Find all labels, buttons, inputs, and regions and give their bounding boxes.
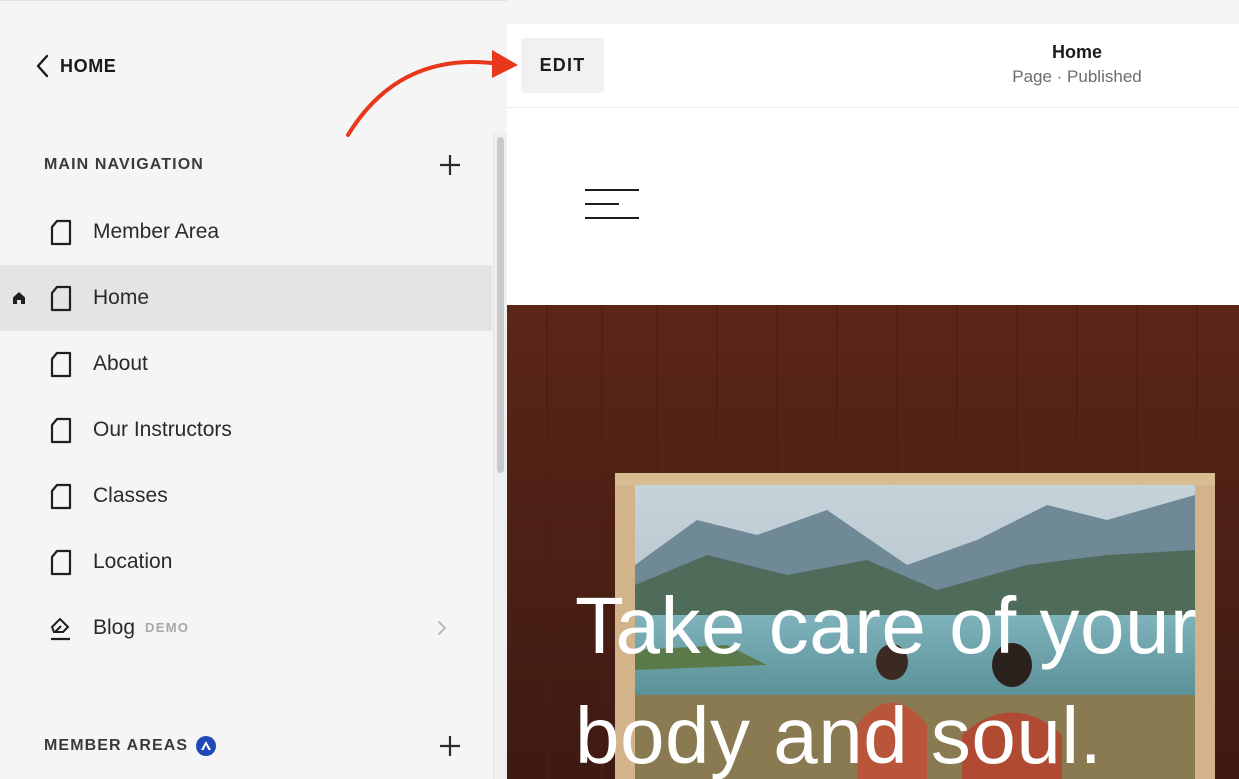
sidebar-scrollbar[interactable] — [493, 133, 507, 779]
page-icon — [50, 219, 72, 246]
nav-item-label: Home — [93, 286, 150, 309]
nav-item-about[interactable]: About — [0, 331, 492, 397]
main-navigation-title: MAIN NAVIGATION — [44, 156, 204, 173]
hero-heading: Take care of your body and soul. — [575, 571, 1239, 779]
nav-item-label: Our Instructors — [93, 418, 232, 441]
chevron-right-icon[interactable] — [436, 619, 448, 637]
page-icon — [50, 549, 72, 576]
nav-item-our-instructors[interactable]: Our Instructors — [0, 397, 492, 463]
page-icon — [50, 351, 72, 378]
nav-item-classes[interactable]: Classes — [0, 463, 492, 529]
nav-item-label: Location — [93, 550, 173, 573]
preview-toolbar: EDIT Home Page · Published — [507, 24, 1239, 108]
page-icon — [50, 285, 72, 312]
page-icon — [50, 417, 72, 444]
back-link-label: HOME — [60, 55, 117, 76]
demo-tag: DEMO — [145, 620, 190, 635]
nav-item-label: Member Area — [93, 220, 220, 243]
edit-button[interactable]: EDIT — [521, 38, 604, 93]
page-title: Home — [1051, 42, 1102, 62]
add-member-area-button[interactable] — [436, 732, 464, 760]
back-to-home-link[interactable]: HOME — [34, 53, 116, 79]
nav-item-member-area[interactable]: Member Area — [0, 199, 492, 265]
page-icon — [50, 483, 72, 510]
scrollbar-thumb[interactable] — [497, 137, 504, 473]
menu-icon[interactable] — [585, 189, 639, 221]
member-areas-header: MEMBER AREAS — [44, 732, 464, 760]
page-status: Home Page · Published — [977, 42, 1177, 87]
member-areas-title: MEMBER AREAS — [44, 737, 189, 754]
hero-section: Take care of your body and soul. — [507, 305, 1239, 779]
add-main-navigation-page-button[interactable] — [436, 151, 464, 179]
hero-heading-line-1: Take care of your — [575, 581, 1198, 670]
chevron-left-icon — [36, 54, 49, 78]
site-header — [507, 109, 1239, 305]
sidebar: HOME MAIN NAVIGATION Member Area Home Ab… — [0, 0, 507, 779]
plus-icon — [440, 736, 460, 756]
member-areas-title-wrap: MEMBER AREAS — [44, 736, 217, 756]
page-preview: EDIT Home Page · Published Take care of … — [507, 24, 1239, 779]
page-publish-status: Page · Published — [1012, 67, 1142, 86]
nav-item-label: Classes — [93, 484, 168, 507]
plus-icon — [440, 155, 460, 175]
main-navigation-list: Member Area Home About Our Instructors C… — [0, 199, 492, 661]
member-areas-badge-icon — [196, 736, 217, 756]
nav-item-label: About — [93, 352, 148, 375]
main-navigation-header: MAIN NAVIGATION — [44, 151, 464, 179]
nav-item-label: Blog DEMO — [93, 616, 189, 640]
blog-icon — [50, 617, 70, 641]
hero-heading-line-2: body and soul. — [575, 691, 1103, 779]
nav-item-location[interactable]: Location — [0, 529, 492, 595]
nav-item-blog[interactable]: Blog DEMO — [0, 595, 492, 661]
home-icon — [13, 292, 25, 304]
blog-label: Blog — [93, 616, 136, 639]
nav-item-home[interactable]: Home — [0, 265, 492, 331]
